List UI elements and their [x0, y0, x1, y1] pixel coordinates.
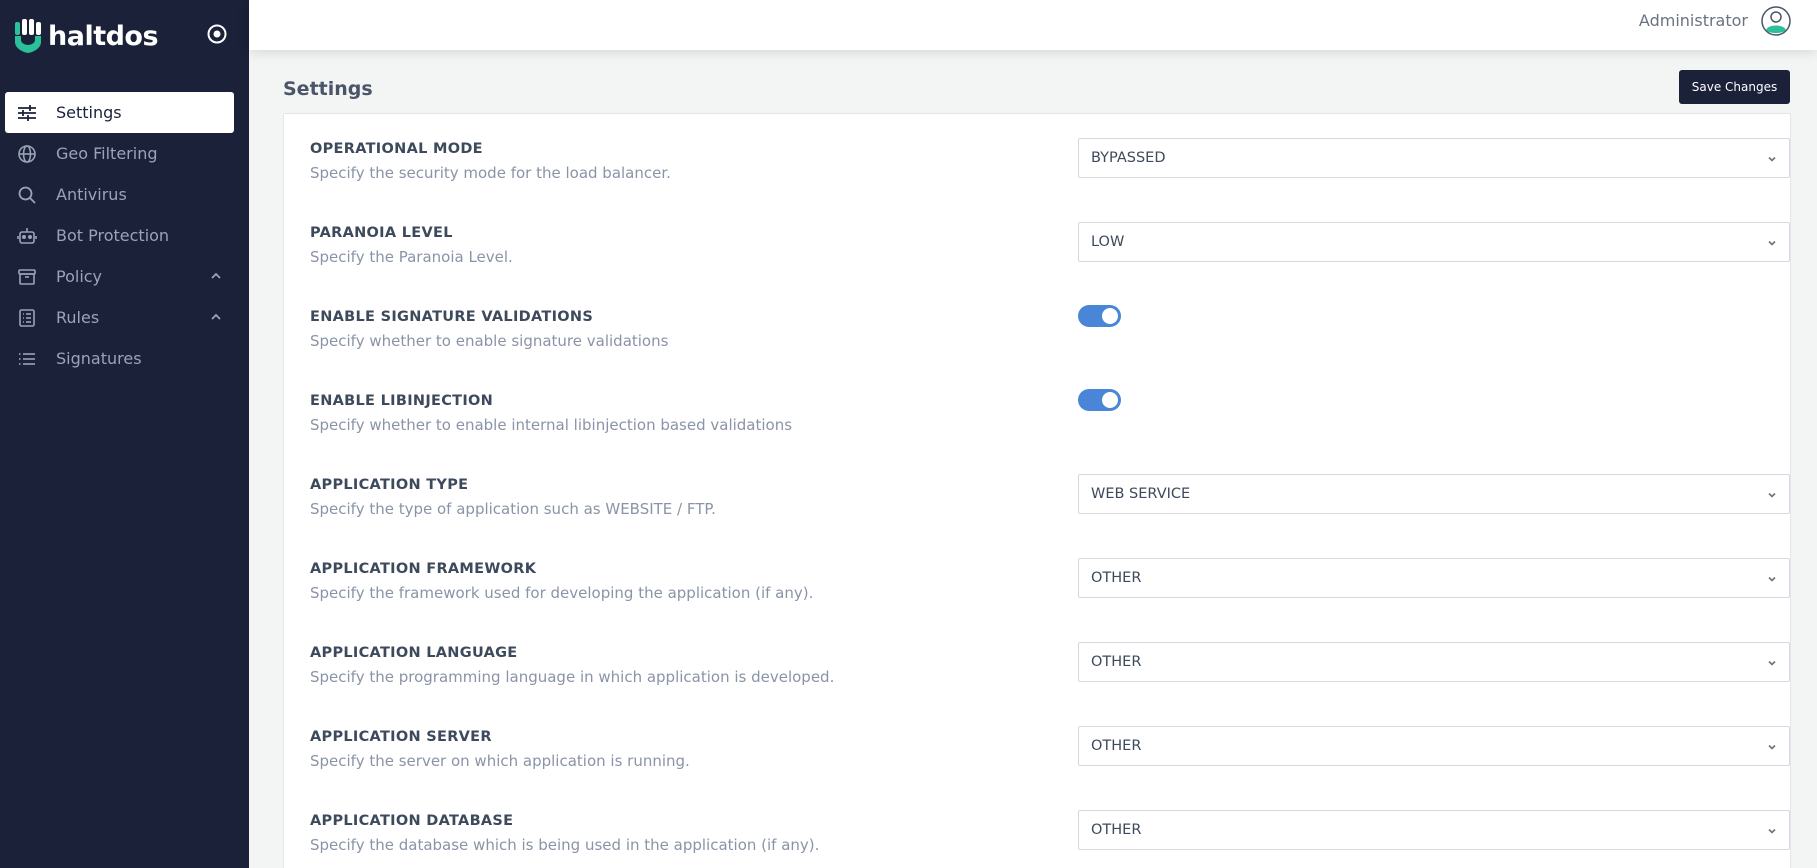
setting-application-language: APPLICATION LANGUAGE Specify the program…	[310, 618, 1790, 686]
sidebar: haltdos Settings Geo Filtering Antivirus…	[0, 0, 249, 868]
operational-mode-select[interactable]: BYPASSED	[1078, 138, 1790, 178]
sidebar-item-label: Signatures	[56, 349, 142, 368]
haltdos-logo-icon	[15, 19, 41, 53]
signature-validations-toggle[interactable]	[1078, 305, 1121, 327]
chevron-down-icon	[1768, 828, 1776, 834]
select-value: OTHER	[1091, 822, 1142, 838]
sidebar-item-label: Policy	[56, 267, 103, 286]
chevron-down-icon	[1768, 240, 1776, 246]
page-title: Settings	[283, 78, 373, 100]
chevron-up-icon[interactable]	[209, 310, 223, 324]
select-value: LOW	[1091, 234, 1125, 250]
sidebar-toggle-icon[interactable]	[206, 23, 228, 45]
select-value: WEB SERVICE	[1091, 486, 1191, 502]
sidebar-item-policy[interactable]: Policy	[0, 256, 249, 297]
setting-enable-signature-validations: ENABLE SIGNATURE VALIDATIONS Specify whe…	[310, 282, 1770, 350]
sidebar-item-rules[interactable]: Rules	[0, 297, 249, 338]
setting-description: Specify the programming language in whic…	[310, 668, 835, 686]
chevron-down-icon	[1768, 660, 1776, 666]
setting-description: Specify the database which is being used…	[310, 836, 820, 854]
setting-application-framework: APPLICATION FRAMEWORK Specify the framew…	[310, 534, 1790, 602]
setting-label: ENABLE SIGNATURE VALIDATIONS	[310, 309, 594, 325]
setting-paranoia-level: PARANOIA LEVEL Specify the Paranoia Leve…	[310, 198, 1790, 266]
select-value: BYPASSED	[1091, 150, 1166, 166]
sidebar-item-antivirus[interactable]: Antivirus	[0, 174, 249, 215]
setting-application-server: APPLICATION SERVER Specify the server on…	[310, 702, 1790, 770]
setting-label: OPERATIONAL MODE	[310, 141, 483, 157]
chevron-down-icon	[1768, 492, 1776, 498]
list-icon	[16, 348, 38, 370]
toggle-knob	[1102, 392, 1118, 408]
sidebar-item-label: Settings	[56, 103, 122, 122]
brand-logo[interactable]: haltdos	[12, 16, 159, 56]
paranoia-level-select[interactable]: LOW	[1078, 222, 1790, 262]
setting-label: APPLICATION DATABASE	[310, 813, 514, 829]
sidebar-item-label: Geo Filtering	[56, 144, 158, 163]
application-database-select[interactable]: OTHER	[1078, 810, 1790, 850]
application-type-select[interactable]: WEB SERVICE	[1078, 474, 1790, 514]
settings-card: OPERATIONAL MODE Specify the security mo…	[283, 113, 1791, 868]
sidebar-item-bot-protection[interactable]: Bot Protection	[0, 215, 249, 256]
setting-application-database: APPLICATION DATABASE Specify the databas…	[310, 786, 1790, 854]
select-value: OTHER	[1091, 654, 1142, 670]
select-value: OTHER	[1091, 738, 1142, 754]
setting-application-type: APPLICATION TYPE Specify the type of app…	[310, 450, 1790, 518]
list-box-icon	[16, 307, 38, 329]
sidebar-item-geo-filtering[interactable]: Geo Filtering	[0, 133, 249, 174]
globe-icon	[16, 143, 38, 165]
setting-label: APPLICATION TYPE	[310, 477, 469, 493]
setting-label: ENABLE LIBINJECTION	[310, 393, 494, 409]
chevron-down-icon	[1768, 576, 1776, 582]
robot-icon	[16, 225, 38, 247]
search-icon	[16, 184, 38, 206]
application-server-select[interactable]: OTHER	[1078, 726, 1790, 766]
toggle-knob	[1102, 308, 1118, 324]
chevron-down-icon	[1768, 744, 1776, 750]
application-framework-select[interactable]: OTHER	[1078, 558, 1790, 598]
setting-label: APPLICATION LANGUAGE	[310, 645, 518, 661]
setting-enable-libinjection: ENABLE LIBINJECTION Specify whether to e…	[310, 366, 1770, 434]
sidebar-item-label: Antivirus	[56, 185, 127, 204]
setting-description: Specify the server on which application …	[310, 752, 690, 770]
sidebar-item-label: Bot Protection	[56, 226, 170, 245]
setting-description: Specify whether to enable internal libin…	[310, 416, 793, 434]
user-name[interactable]: Administrator	[1639, 11, 1748, 30]
setting-description: Specify the security mode for the load b…	[310, 164, 671, 182]
brand-name: haltdos	[48, 20, 159, 52]
application-language-select[interactable]: OTHER	[1078, 642, 1790, 682]
select-value: OTHER	[1091, 570, 1142, 586]
sidebar-item-label: Rules	[56, 308, 100, 327]
save-changes-button[interactable]: Save Changes	[1679, 70, 1790, 104]
setting-label: APPLICATION FRAMEWORK	[310, 561, 537, 577]
sidebar-item-settings[interactable]: Settings	[5, 92, 234, 133]
sliders-icon	[16, 102, 38, 124]
chevron-down-icon	[1768, 156, 1776, 162]
sidebar-nav: Settings Geo Filtering Antivirus Bot Pro…	[0, 92, 249, 379]
setting-description: Specify whether to enable signature vali…	[310, 332, 669, 350]
sidebar-item-signatures[interactable]: Signatures	[0, 338, 249, 379]
libinjection-toggle[interactable]	[1078, 389, 1121, 411]
avatar-icon[interactable]	[1761, 6, 1791, 36]
setting-description: Specify the framework used for developin…	[310, 584, 814, 602]
setting-operational-mode: OPERATIONAL MODE Specify the security mo…	[310, 114, 1790, 182]
setting-label: PARANOIA LEVEL	[310, 225, 453, 241]
archive-icon	[16, 266, 38, 288]
setting-label: APPLICATION SERVER	[310, 729, 492, 745]
chevron-up-icon[interactable]	[209, 269, 223, 283]
setting-description: Specify the type of application such as …	[310, 500, 716, 518]
setting-description: Specify the Paranoia Level.	[310, 248, 513, 266]
top-header: Administrator	[249, 0, 1817, 50]
